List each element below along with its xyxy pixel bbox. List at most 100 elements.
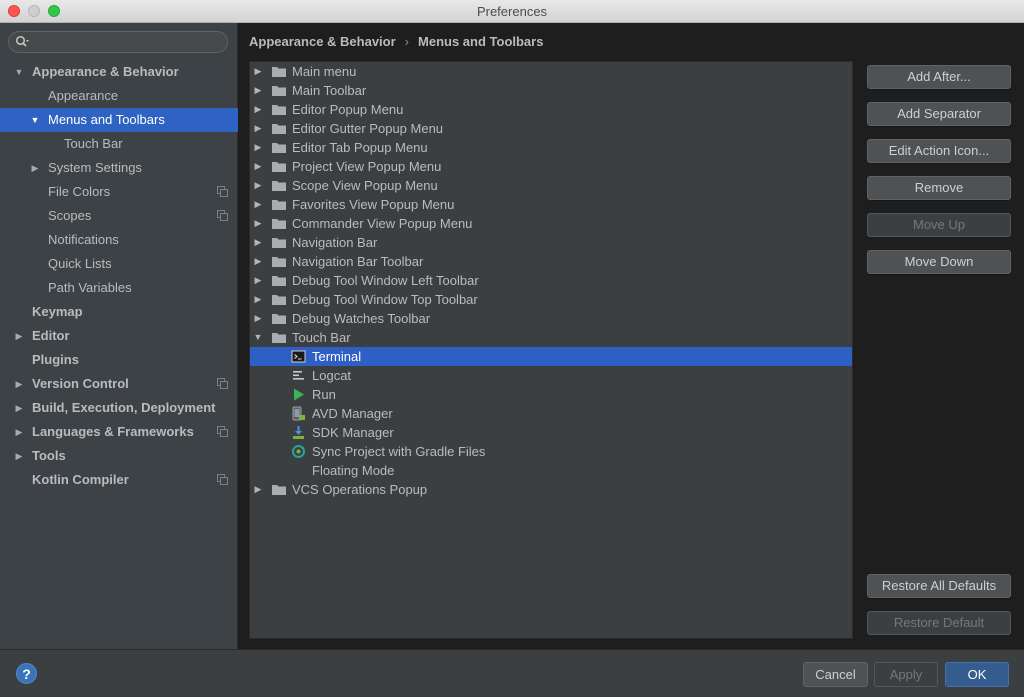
collapsed-arrow-icon[interactable]: ▶	[253, 176, 263, 195]
sidebar-item-quick-lists[interactable]: Quick Lists	[0, 252, 238, 276]
sidebar-item-appearance-and-behavior[interactable]: ▼ Appearance & Behavior	[0, 60, 238, 84]
tree-row-label: Touch Bar	[292, 330, 351, 345]
folder-icon	[272, 333, 286, 343]
sidebar-item-label: Appearance	[48, 88, 119, 103]
sidebar-item-system-settings[interactable]: ▶ System Settings	[0, 156, 238, 180]
restore-default-button[interactable]: Restore Default	[867, 611, 1011, 635]
collapsed-arrow-icon[interactable]: ▶	[253, 271, 263, 290]
move-up-button[interactable]: Move Up	[867, 213, 1011, 237]
collapsed-arrow-icon[interactable]: ▶	[253, 157, 263, 176]
sidebar-item-menus-and-toolbars[interactable]: ▼ Menus and Toolbars	[0, 108, 238, 132]
tree-row-debug-watches-toolbar[interactable]: ▶ Debug Watches Toolbar	[250, 309, 852, 328]
window-title: Preferences	[476, 4, 548, 19]
sidebar-item-keymap[interactable]: Keymap	[0, 300, 238, 324]
sidebar-item-languages-and-frameworks[interactable]: ▶ Languages & Frameworks	[0, 420, 238, 444]
sidebar-item-file-colors[interactable]: File Colors	[0, 180, 238, 204]
tree-row-project-view-popup-menu[interactable]: ▶ Project View Popup Menu	[250, 157, 852, 176]
collapsed-arrow-icon[interactable]: ▶	[253, 252, 263, 271]
folder-icon	[272, 124, 286, 134]
tree-row-avd-manager[interactable]: AVD Manager	[250, 404, 852, 423]
breadcrumb-separator: ›	[404, 34, 410, 49]
collapsed-arrow-icon[interactable]: ▶	[253, 195, 263, 214]
sidebar-item-kotlin-compiler[interactable]: Kotlin Compiler	[0, 468, 238, 492]
collapsed-arrow-icon[interactable]: ▶	[253, 309, 263, 328]
tree-row-label: SDK Manager	[312, 425, 394, 440]
tree-row-floating-mode[interactable]: Floating Mode	[250, 461, 852, 480]
collapsed-arrow-icon[interactable]: ▶	[253, 480, 263, 499]
tree-row-editor-tab-popup-menu[interactable]: ▶ Editor Tab Popup Menu	[250, 138, 852, 157]
sidebar-item-editor[interactable]: ▶ Editor	[0, 324, 238, 348]
sidebar-item-tools[interactable]: ▶ Tools	[0, 444, 238, 468]
tree-row-vcs-operations-popup[interactable]: ▶ VCS Operations Popup	[250, 480, 852, 499]
tree-row-run[interactable]: Run	[250, 385, 852, 404]
tree-row-navigation-bar[interactable]: ▶ Navigation Bar	[250, 233, 852, 252]
sidebar-item-plugins[interactable]: Plugins	[0, 348, 238, 372]
search-input[interactable]	[8, 31, 228, 53]
breadcrumb-parent[interactable]: Appearance & Behavior	[249, 34, 396, 49]
tree-row-main-menu[interactable]: ▶ Main menu	[250, 62, 852, 81]
tree-row-logcat[interactable]: Logcat	[250, 366, 852, 385]
sidebar-item-build-execution-deployment[interactable]: ▶ Build, Execution, Deployment	[0, 396, 238, 420]
tree-row-scope-view-popup-menu[interactable]: ▶ Scope View Popup Menu	[250, 176, 852, 195]
tree-row-label: Floating Mode	[312, 463, 395, 478]
add-after-button[interactable]: Add After...	[867, 65, 1011, 89]
collapsed-arrow-icon[interactable]: ▶	[14, 444, 24, 468]
folder-icon	[272, 276, 286, 286]
folder-icon	[272, 143, 286, 153]
collapsed-arrow-icon[interactable]: ▶	[253, 214, 263, 233]
collapsed-arrow-icon[interactable]: ▶	[253, 290, 263, 309]
sidebar-item-notifications[interactable]: Notifications	[0, 228, 238, 252]
move-down-button[interactable]: Move Down	[867, 250, 1011, 274]
sidebar-item-version-control[interactable]: ▶ Version Control	[0, 372, 238, 396]
tree-row-touch-bar[interactable]: ▼ Touch Bar	[250, 328, 852, 347]
tree-row-debug-tool-window-left-toolbar[interactable]: ▶ Debug Tool Window Left Toolbar	[250, 271, 852, 290]
sdk-manager-icon	[293, 426, 304, 439]
tree-row-label: Main menu	[292, 64, 357, 79]
collapsed-arrow-icon[interactable]: ▶	[14, 420, 24, 444]
restore-all-defaults-button[interactable]: Restore All Defaults	[867, 574, 1011, 598]
help-icon[interactable]: ?	[16, 663, 37, 684]
tree-row-main-toolbar[interactable]: ▶ Main Toolbar	[250, 81, 852, 100]
tree-row-editor-gutter-popup-menu[interactable]: ▶ Editor Gutter Popup Menu	[250, 119, 852, 138]
collapsed-arrow-icon[interactable]: ▶	[253, 62, 263, 81]
collapsed-arrow-icon[interactable]: ▶	[14, 396, 24, 420]
tree-row-sync-project-with-gradle-files[interactable]: Sync Project with Gradle Files	[250, 442, 852, 461]
collapsed-arrow-icon[interactable]: ▶	[253, 100, 263, 119]
collapsed-arrow-icon[interactable]: ▶	[253, 81, 263, 100]
sidebar-item-label: Tools	[32, 448, 66, 463]
cancel-button[interactable]: Cancel	[803, 662, 868, 687]
ok-button[interactable]: OK	[945, 662, 1009, 687]
expanded-arrow-icon[interactable]: ▼	[30, 108, 40, 132]
logcat-icon	[293, 371, 304, 380]
collapsed-arrow-icon[interactable]: ▶	[253, 119, 263, 138]
tree-row-sdk-manager[interactable]: SDK Manager	[250, 423, 852, 442]
run-icon	[294, 388, 304, 401]
folder-icon	[272, 257, 286, 267]
collapsed-arrow-icon[interactable]: ▶	[30, 156, 40, 180]
tree-row-commander-view-popup-menu[interactable]: ▶ Commander View Popup Menu	[250, 214, 852, 233]
folder-icon	[272, 238, 286, 248]
actions-tree[interactable]: ▶ Main menu ▶ Main Toolbar ▶ Editor Popup Men…	[249, 61, 853, 639]
collapsed-arrow-icon[interactable]: ▶	[253, 233, 263, 252]
tree-row-navigation-bar-toolbar[interactable]: ▶ Navigation Bar Toolbar	[250, 252, 852, 271]
sidebar-item-touch-bar[interactable]: Touch Bar	[0, 132, 238, 156]
sidebar-item-scopes[interactable]: Scopes	[0, 204, 238, 228]
sidebar-item-appearance[interactable]: Appearance	[0, 84, 238, 108]
expanded-arrow-icon[interactable]: ▼	[14, 60, 24, 84]
sidebar-item-path-variables[interactable]: Path Variables	[0, 276, 238, 300]
dialog-footer: ? Cancel Apply OK	[0, 649, 1024, 697]
tree-row-terminal[interactable]: Terminal	[250, 347, 852, 366]
edit-action-icon-button[interactable]: Edit Action Icon...	[867, 139, 1011, 163]
add-separator-button[interactable]: Add Separator	[867, 102, 1011, 126]
tree-row-favorites-view-popup-menu[interactable]: ▶ Favorites View Popup Menu	[250, 195, 852, 214]
sidebar-item-label: Path Variables	[48, 280, 132, 295]
remove-button[interactable]: Remove	[867, 176, 1011, 200]
apply-button[interactable]: Apply	[874, 662, 938, 687]
tree-row-editor-popup-menu[interactable]: ▶ Editor Popup Menu	[250, 100, 852, 119]
tree-row-debug-tool-window-top-toolbar[interactable]: ▶ Debug Tool Window Top Toolbar	[250, 290, 852, 309]
collapsed-arrow-icon[interactable]: ▶	[14, 372, 24, 396]
expanded-arrow-icon[interactable]: ▼	[253, 328, 263, 347]
sidebar-item-label: Kotlin Compiler	[32, 472, 129, 487]
collapsed-arrow-icon[interactable]: ▶	[253, 138, 263, 157]
collapsed-arrow-icon[interactable]: ▶	[14, 324, 24, 348]
